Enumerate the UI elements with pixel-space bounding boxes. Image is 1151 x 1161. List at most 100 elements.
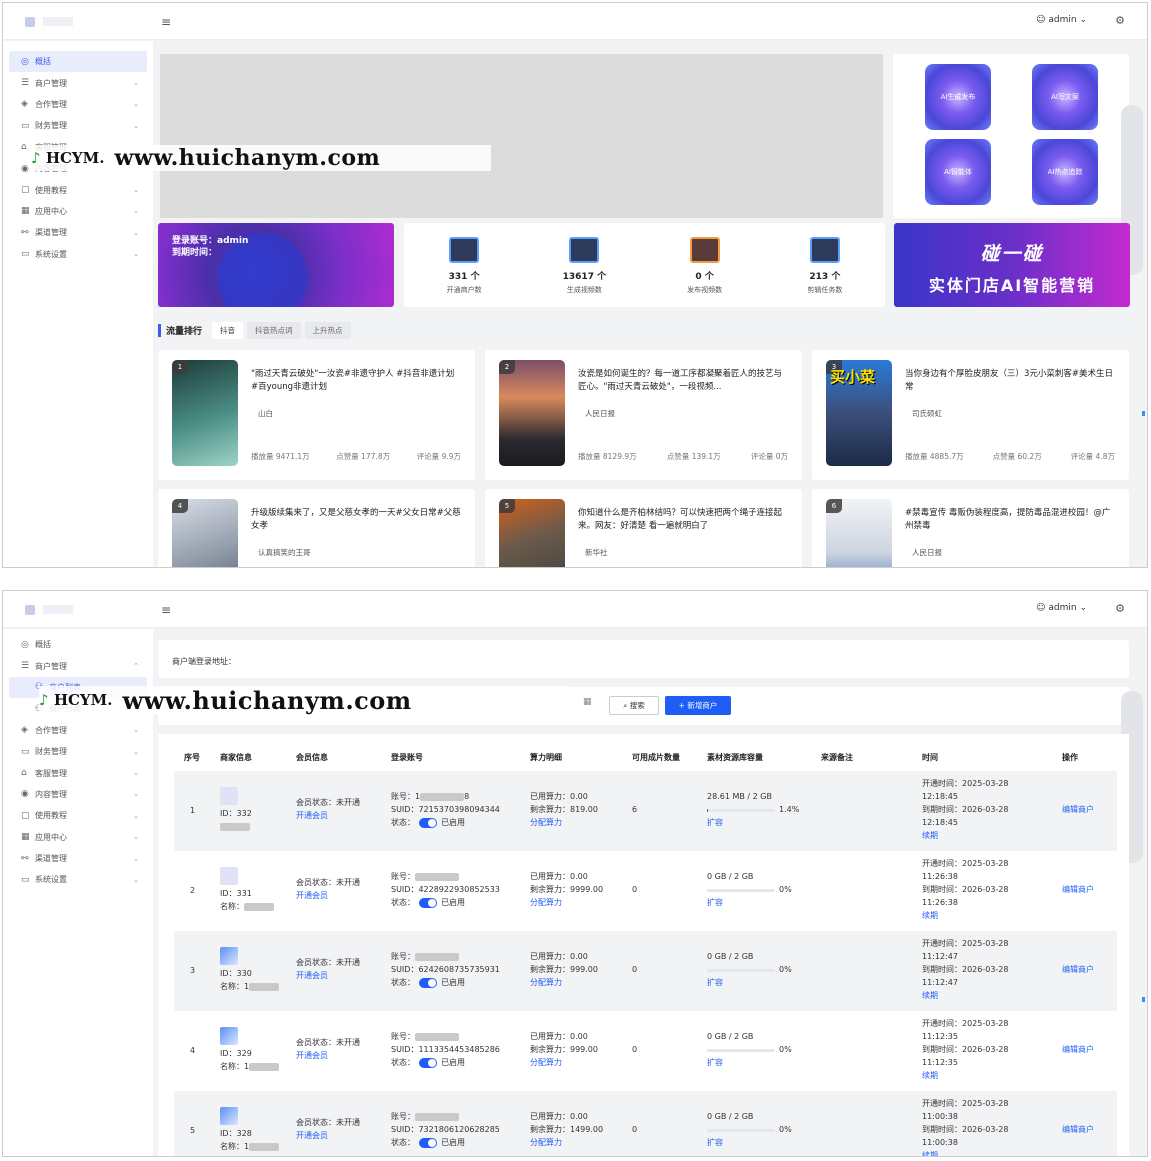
edit-merchant-link[interactable]: 编辑商户 (1062, 803, 1094, 816)
user-menu[interactable]: ☺ admin ⌄ (1036, 15, 1087, 25)
sidebar-item[interactable]: ▭ 财务管理 ⌄ (9, 741, 147, 762)
promo-banner[interactable]: 碰一碰 实体门店AI智能营销 (894, 223, 1130, 307)
ai-tile[interactable]: AI生成发布 (925, 64, 991, 130)
allocate-power-link[interactable]: 分配算力 (530, 816, 562, 829)
expand-storage-link[interactable]: 扩容 (707, 816, 723, 829)
ai-tile[interactable]: AI智能体 (925, 139, 991, 205)
sidebar-item[interactable]: ◈ 合作管理 ⌄ (9, 720, 147, 741)
promo-title: 碰一碰 (980, 243, 1044, 265)
edit-merchant-link[interactable]: 编辑商户 (1062, 1123, 1094, 1136)
sidebar-item-label: 商户管理 (35, 78, 67, 88)
status-toggle[interactable] (419, 977, 437, 988)
video-card[interactable]: 6 #禁毒宣传 毒贩伪装程度高，提防毒品混进校园！@广州禁毒 人民日报 (812, 489, 1129, 567)
redacted-text (244, 902, 274, 911)
banner-carousel[interactable] (160, 54, 883, 218)
tab-rising-hot[interactable]: 上升热点 (304, 321, 351, 339)
expand-storage-link[interactable]: 扩容 (707, 1136, 723, 1149)
renew-link[interactable]: 续期 (922, 989, 938, 1002)
used-power: 已用算力：0.00 (530, 872, 588, 881)
video-title: 汝瓷是如何诞生的？每一道工序都凝聚着匠人的技艺与匠心。"雨过天青云破处"，一段视… (578, 369, 783, 392)
nav-icon: ▭ (21, 249, 30, 260)
merchant-id: ID：330 (220, 969, 252, 978)
merchant-login-notice: 商户端登录地址： (158, 640, 1129, 678)
allocate-power-link[interactable]: 分配算力 (530, 1136, 562, 1149)
allocate-power-link[interactable]: 分配算力 (530, 1056, 562, 1069)
search-button[interactable]: ⌕ 搜索 (609, 696, 659, 715)
sidebar-item[interactable]: ▭ 系统设置 ⌄ (9, 244, 147, 265)
edit-merchant-link[interactable]: 编辑商户 (1062, 963, 1094, 976)
sidebar-item[interactable]: ▭ 系统设置 ⌄ (9, 869, 147, 890)
sidebar-item[interactable]: ◈ 合作管理 ⌄ (9, 94, 147, 115)
top-bar: ≡ ☺ admin ⌄ ⚙ (3, 591, 1147, 628)
watermark-banner: ♪ HCYM. www.huichanym.com (31, 145, 491, 171)
chevron-icon: ⌄ (133, 121, 139, 130)
sidebar-item[interactable]: ⌂ 客服管理 ⌄ (9, 762, 147, 783)
ai-tile[interactable]: AI热点追踪 (1032, 139, 1098, 205)
login-expire: 到期时间： (172, 248, 218, 258)
expand-storage-link[interactable]: 扩容 (707, 1056, 723, 1069)
sidebar-item[interactable]: ◎ 概括 (9, 51, 147, 73)
plus-icon: + (678, 701, 685, 710)
add-merchant-button[interactable]: + 新增商户 (665, 696, 731, 715)
table-row: 1 ID：332 会员状态：未开通 开通会员 账号：1 8 SUID：72153703980… (174, 771, 1117, 851)
renew-link[interactable]: 续期 (922, 1069, 938, 1082)
gear-icon[interactable]: ⚙ (1115, 14, 1125, 27)
video-card[interactable]: 5 你知道什么是齐柏林结吗？可以快速把两个绳子连接起来。网友：好清楚 看一遍就明… (485, 489, 802, 567)
sidebar-item[interactable]: ▦ 应用中心 ⌄ (9, 827, 147, 848)
calendar-icon[interactable]: ▦ (583, 697, 592, 707)
video-author: 人民日报 (585, 409, 615, 418)
column-header: 来源备注 (821, 753, 853, 762)
status-toggle[interactable] (419, 1137, 437, 1148)
chevron-icon: ⌄ (133, 854, 139, 863)
tab-douyin[interactable]: 抖音 (212, 321, 244, 339)
renew-link[interactable]: 续期 (922, 909, 938, 922)
sidebar-item[interactable]: ▢ 使用教程 ⌄ (9, 179, 147, 200)
merchant-avatar (220, 947, 238, 965)
expand-storage-link[interactable]: 扩容 (707, 976, 723, 989)
renew-link[interactable]: 续期 (922, 1149, 938, 1156)
allocate-power-link[interactable]: 分配算力 (530, 896, 562, 909)
sidebar-item[interactable]: ☰ 商户管理 ⌄ (9, 72, 147, 93)
edit-merchant-link[interactable]: 编辑商户 (1062, 883, 1094, 896)
sidebar-item[interactable]: ◉ 内容管理 ⌄ (9, 784, 147, 805)
sidebar-item[interactable]: ▦ 应用中心 ⌄ (9, 201, 147, 222)
nav-icon: ▢ (21, 185, 30, 196)
video-card[interactable]: 1 "雨过天青云破处"一汝瓷#非遗守护人 #抖音非遗计划 #百young非遗计划… (158, 350, 475, 480)
login-account: 登录账号：admin (172, 236, 249, 246)
edit-merchant-link[interactable]: 编辑商户 (1062, 1043, 1094, 1056)
tab-douyin-hot-words[interactable]: 抖音热点词 (247, 321, 301, 339)
open-member-link[interactable]: 开通会员 (296, 1049, 328, 1062)
sidebar-item[interactable]: ☰ 商户管理 ⌃ (9, 655, 147, 676)
sidebar-item[interactable]: ⚯ 渠道管理 ⌄ (9, 222, 147, 243)
expand-storage-link[interactable]: 扩容 (707, 896, 723, 909)
open-member-link[interactable]: 开通会员 (296, 969, 328, 982)
video-card[interactable]: 2 汝瓷是如何诞生的？每一道工序都凝聚着匠人的技艺与匠心。"雨过天青云破处"，一… (485, 350, 802, 480)
sidebar-item[interactable]: ▭ 财务管理 ⌄ (9, 115, 147, 136)
open-member-link[interactable]: 开通会员 (296, 889, 328, 902)
video-card[interactable]: 4 升级版续集来了，又是父慈女孝的一天#父女日常#父慈女孝 认真搞笑的王哥 (158, 489, 475, 567)
ai-tile[interactable]: AI写文案 (1032, 64, 1098, 130)
watermark-brand: ♪ HCYM. (31, 149, 105, 167)
open-member-link[interactable]: 开通会员 (296, 1129, 328, 1142)
storage-progress-bar (707, 1129, 775, 1132)
user-menu[interactable]: ☺ admin ⌄ (1036, 603, 1087, 613)
status-toggle[interactable] (419, 817, 437, 828)
expire-clock: 12:18:45 (922, 818, 958, 827)
sidebar-item[interactable]: ⚯ 渠道管理 ⌄ (9, 848, 147, 869)
sidebar-item[interactable]: ◎ 概括 (9, 634, 147, 655)
suid: SUID：7215370398094344 (391, 805, 500, 814)
menu-toggle-icon[interactable]: ≡ (161, 603, 171, 617)
stat-edit-tasks: 213 个 剪辑任务数 (765, 223, 885, 307)
gear-icon[interactable]: ⚙ (1115, 602, 1125, 615)
sidebar-item[interactable]: ▢ 使用教程 ⌄ (9, 805, 147, 826)
merchant-id: ID：332 (220, 809, 252, 818)
renew-link[interactable]: 续期 (922, 829, 938, 842)
scroll-indicator (1142, 411, 1145, 416)
allocate-power-link[interactable]: 分配算力 (530, 976, 562, 989)
status-toggle[interactable] (419, 897, 437, 908)
open-member-link[interactable]: 开通会员 (296, 809, 328, 822)
video-thumbnail: 4 (172, 499, 238, 567)
video-card[interactable]: 3 买小菜 当你身边有个厚脸皮朋友（三）3元小菜刺客#美术生日常 司氏硕虹 播放… (812, 350, 1129, 480)
menu-toggle-icon[interactable]: ≡ (161, 15, 171, 29)
status-toggle[interactable] (419, 1057, 437, 1068)
